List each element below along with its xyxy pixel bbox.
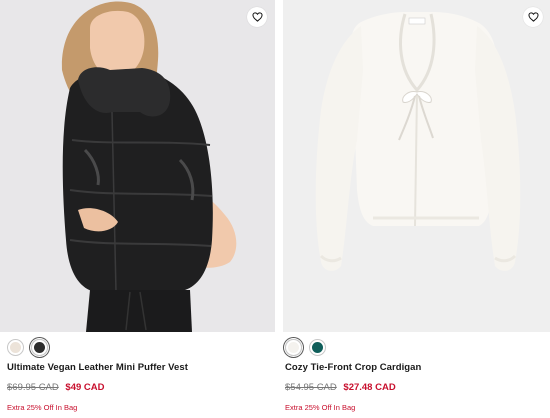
sale-price: $27.48 CAD [343, 382, 396, 393]
sale-price: $49 CAD [65, 382, 105, 393]
swatch-fill [34, 342, 45, 353]
product-name[interactable]: Ultimate Vegan Leather Mini Puffer Vest [7, 362, 188, 373]
product-image[interactable] [283, 0, 550, 332]
wishlist-button[interactable] [523, 7, 543, 27]
product-name[interactable]: Cozy Tie-Front Crop Cardigan [285, 362, 421, 373]
swatch-fill [312, 342, 323, 353]
swatch-fill [288, 342, 299, 353]
product-price: $54.95 CAD $27.48 CAD [285, 382, 396, 393]
promo-text: Extra 25% Off In Bag [285, 403, 356, 412]
color-swatches [7, 339, 48, 356]
original-price: $54.95 CAD [285, 382, 337, 393]
promo-text: Extra 25% Off In Bag [7, 403, 78, 412]
original-price: $69.95 CAD [7, 382, 59, 393]
product-grid: Ultimate Vegan Leather Mini Puffer Vest … [0, 0, 550, 418]
color-swatches [285, 339, 326, 356]
color-swatch-cream[interactable] [7, 339, 24, 356]
heart-icon [527, 12, 539, 22]
color-swatch-white[interactable] [285, 339, 302, 356]
heart-icon [251, 12, 263, 22]
product-card[interactable]: Cozy Tie-Front Crop Cardigan $54.95 CAD … [283, 0, 550, 418]
color-swatch-black[interactable] [31, 339, 48, 356]
product-card[interactable]: Ultimate Vegan Leather Mini Puffer Vest … [0, 0, 275, 418]
swatch-fill [10, 342, 21, 353]
product-price: $69.95 CAD $49 CAD [7, 382, 104, 393]
product-image[interactable] [0, 0, 275, 332]
product-photo-cardigan [283, 0, 550, 332]
color-swatch-teal[interactable] [309, 339, 326, 356]
product-photo-puffer-vest [0, 0, 275, 332]
wishlist-button[interactable] [247, 7, 267, 27]
